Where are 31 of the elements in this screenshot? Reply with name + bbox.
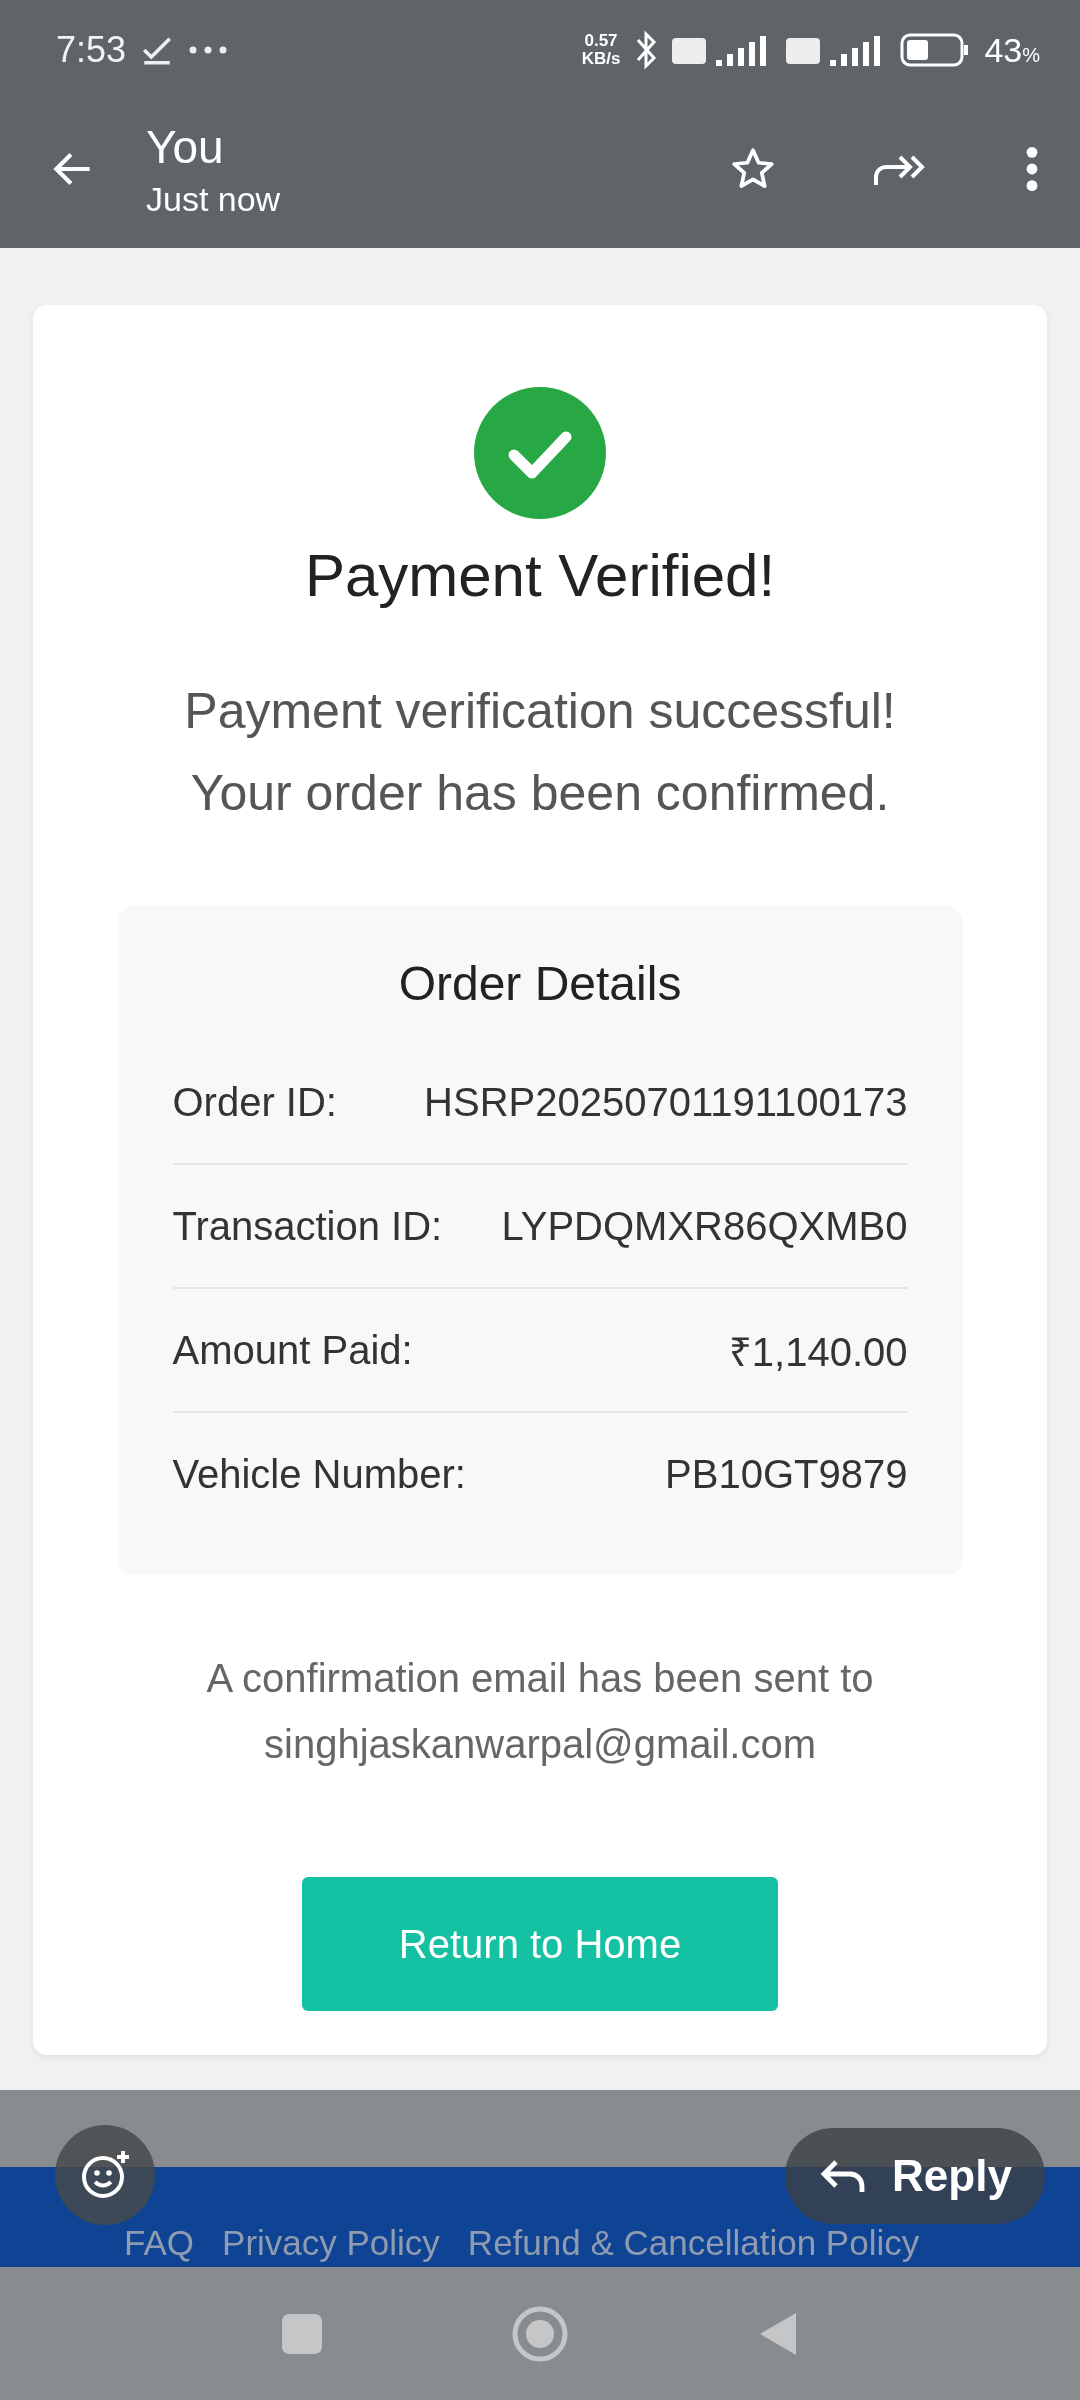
footer-link[interactable]: Privacy Policy xyxy=(222,2223,440,2263)
return-home-button[interactable]: Return to Home xyxy=(302,1877,778,2011)
more-dots-icon xyxy=(188,45,229,55)
success-message: Payment verification successful! Your order has been confirmed. xyxy=(183,682,897,823)
detail-value: LYPDQMXR86QXMB0 xyxy=(501,1203,908,1249)
detail-label: Amount Paid: xyxy=(172,1327,413,1373)
network-speed: 0.57 KB/s xyxy=(581,32,621,68)
detail-label: Vehicle Number: xyxy=(172,1451,466,1497)
detail-label: Order ID: xyxy=(172,1079,337,1125)
sender-name: You xyxy=(146,119,225,174)
detail-label: Transaction ID: xyxy=(172,1203,443,1249)
detail-value: PB10GT9879 xyxy=(665,1451,908,1497)
detail-value: HSRP20250701191100173 xyxy=(424,1079,908,1125)
add-emoji-icon xyxy=(79,2149,131,2201)
battery-percent: 43% xyxy=(984,30,1040,70)
battery-icon xyxy=(900,33,971,67)
message-time: Just now xyxy=(146,179,282,219)
back-icon xyxy=(758,2310,798,2357)
footer-link[interactable]: Refund & Cancellation Policy xyxy=(467,2223,920,2263)
recents-icon xyxy=(282,2313,322,2354)
success-title: Payment Verified! xyxy=(304,541,776,610)
detail-value: ₹1,140.00 xyxy=(728,1328,908,1376)
order-details-title: Order Details xyxy=(397,956,683,1011)
footer-link[interactable]: FAQ xyxy=(124,2223,195,2263)
reply-button[interactable]: Reply xyxy=(785,2128,1045,2224)
clock: 7:53 xyxy=(56,29,127,71)
email-note: A confirmation email has been sent to xyxy=(206,1655,874,1702)
home-icon xyxy=(512,2305,568,2362)
check-circle-icon xyxy=(474,387,606,519)
email-address: singhjaskanwarpal@gmail.com xyxy=(263,1721,817,1768)
bluetooth-icon xyxy=(634,30,659,70)
